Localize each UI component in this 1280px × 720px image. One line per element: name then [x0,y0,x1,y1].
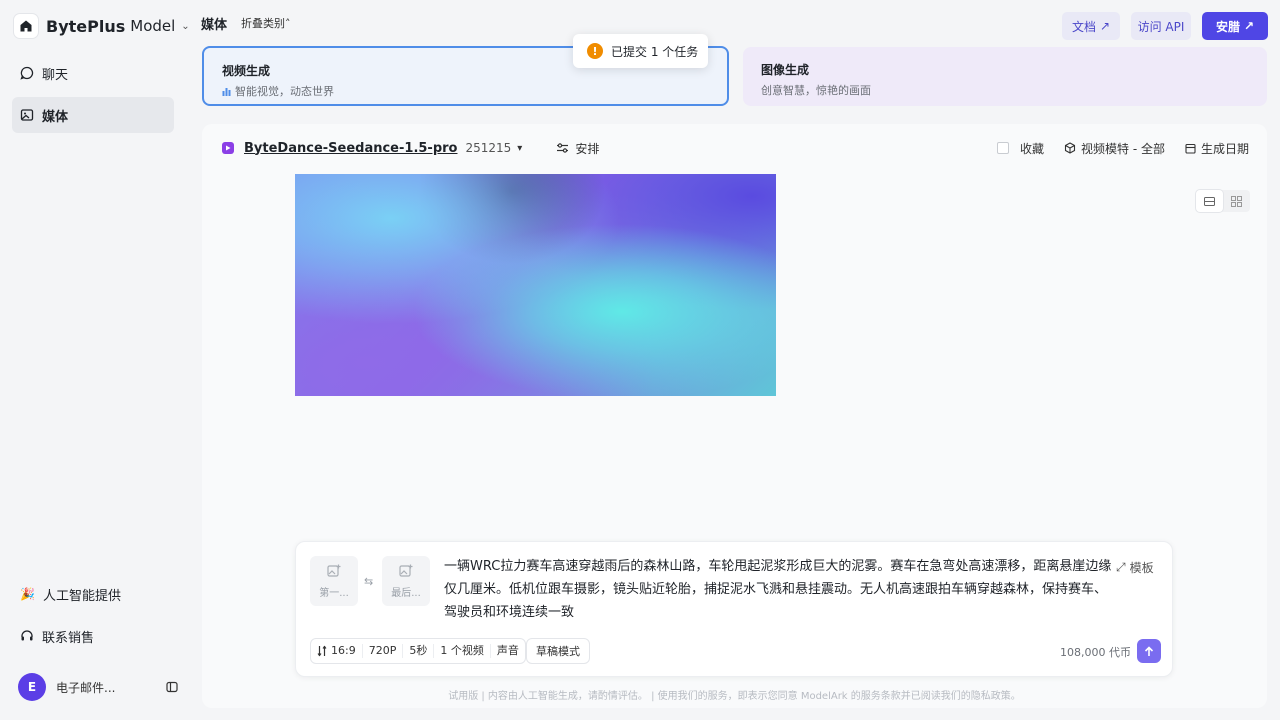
brand-switcher[interactable]: BytePlus Model ⌄ [14,12,190,40]
credits-cost: 108,000 代币 [1060,646,1131,659]
filter-label: 视频模特 - 全部 [1081,141,1165,156]
image-add-icon [399,564,413,577]
external-link-icon: ↗ [1099,19,1111,33]
ratio-option[interactable]: 16:9 [311,644,363,658]
sidebar-item-contact-sales[interactable]: 联系销售 [12,618,174,654]
category-title: 图像生成 [761,63,810,77]
party-icon: 🎉 [20,587,35,601]
model-version: 251215 [465,141,512,155]
bars-icon [222,87,231,96]
docs-label: 文档 [1071,19,1096,34]
date-label: 生成日期 [1200,141,1249,156]
submit-button[interactable] [1137,639,1161,663]
arrange-button[interactable]: 安排 [556,140,599,157]
expand-icon: ⤢ [1116,560,1126,574]
avatar: E [18,673,46,701]
first-frame-upload[interactable]: 第一... [310,556,358,606]
chevron-up-icon: ˄ [285,17,291,30]
template-label: 模板 [1129,561,1154,575]
category-subtitle: 创意智慧，惊艳的画面 [761,84,871,97]
sidebar-item-chat[interactable]: 聊天 [12,55,174,91]
date-filter[interactable]: 生成日期 [1185,140,1249,157]
chat-icon [20,66,34,80]
count-option[interactable]: 1 个视频 [434,644,491,658]
adjust-icon [317,645,327,657]
category-subtitle: 智能视觉，动态世界 [235,85,334,98]
video-model-icon [222,142,234,154]
generation-panel: ByteDance-Seedance-1.5-pro 251215 ▾ 安排 收… [202,124,1267,708]
chevron-down-icon[interactable]: ▾ [517,143,522,154]
draft-mode-toggle[interactable]: 草稿模式 [526,638,590,664]
resolution-option[interactable]: 720P [363,644,404,658]
panel-toolbar: ByteDance-Seedance-1.5-pro 251215 ▾ 安排 收… [222,136,1249,160]
favorites-checkbox[interactable] [997,142,1009,154]
sidebar-item-media[interactable]: 媒体 [12,97,174,133]
duration-option[interactable]: 5秒 [403,644,435,658]
page-title: 媒体 [201,18,228,33]
cube-icon [1064,142,1076,154]
prompt-composer: 第一... ⇆ 最后... 一辆WRC拉力赛车高速穿越雨后的森林山路，车轮甩起泥… [295,541,1173,677]
category-image-generation[interactable]: 图像生成 创意智慧，惊艳的画面 [743,47,1267,106]
collapse-label: 折叠类别 [241,17,285,30]
collapse-categories-toggle[interactable]: 折叠类别˄ [241,15,291,31]
arrow-up-icon [1144,645,1154,656]
last-frame-label: 最后... [391,587,421,599]
headset-icon [21,630,33,641]
template-button[interactable]: ⤢ 模板 [1116,559,1154,576]
model-selector[interactable]: ByteDance-Seedance-1.5-pro [244,141,457,156]
video-generation-placeholder[interactable] [295,174,776,396]
sidebar: BytePlus Model ⌄ 聊天 媒体 🎉 人工智能提供 联系销售 E 电… [0,0,190,720]
external-link-icon: ↗ [1243,19,1255,33]
install-label: 安腊 [1215,19,1240,34]
image-add-icon [327,564,341,577]
favorites-label: 收藏 [1020,141,1045,156]
view-mode-toggle [1196,190,1250,212]
generation-settings[interactable]: 16:9 720P 5秒 1 个视频 声音 [310,638,526,664]
brand-name: BytePlus [46,16,126,36]
disclaimer-footer: 试用版 | 内容由人工智能生成，请酌情评估。 | 使用我们的服务，即表示您同意 … [448,691,1021,702]
video-model-filter[interactable]: 视频模特 - 全部 [1064,140,1165,157]
install-button[interactable]: 安腊 ↗ [1202,12,1268,40]
sliders-icon [557,143,569,153]
audio-option[interactable]: 声音 [491,644,525,658]
swap-frames-icon[interactable]: ⇆ [364,575,373,588]
sidebar-item-label: 联系销售 [42,630,95,646]
task-submitted-toast: ! 已提交 1 个任务 [573,34,708,68]
docs-button[interactable]: 文档 ↗ [1062,12,1120,40]
sidebar-toggle-icon[interactable] [166,681,178,693]
media-icon [20,109,34,121]
sidebar-item-label: 聊天 [42,67,69,83]
warning-icon: ! [587,43,603,59]
list-view-icon[interactable] [1196,190,1223,212]
api-access-button[interactable]: 访问 API [1131,12,1191,40]
sidebar-item-ai-provider[interactable]: 🎉 人工智能提供 [12,576,174,612]
sidebar-item-label: 人工智能提供 [42,588,121,604]
calendar-icon [1185,143,1196,154]
favorites-filter[interactable]: 收藏 [997,140,1044,157]
prompt-input[interactable]: 一辆WRC拉力赛车高速穿越雨后的森林山路，车轮甩起泥浆形成巨大的泥雾。赛车在急弯… [444,555,1114,624]
first-frame-label: 第一... [319,587,349,599]
chevron-down-icon: ⌄ [181,20,190,32]
grid-view-icon[interactable] [1223,190,1250,212]
toast-text: 已提交 1 个任务 [611,44,699,59]
ratio-value: 16:9 [331,644,356,657]
brand-product: Model [130,17,176,35]
sidebar-item-label: 媒体 [42,109,69,125]
api-label: 访问 API [1137,19,1185,34]
last-frame-upload[interactable]: 最后... [382,556,430,606]
user-email: 电子邮件... [56,680,116,695]
user-menu[interactable]: E 电子邮件... [18,672,178,702]
home-icon [14,14,38,38]
arrange-label: 安排 [575,141,600,156]
